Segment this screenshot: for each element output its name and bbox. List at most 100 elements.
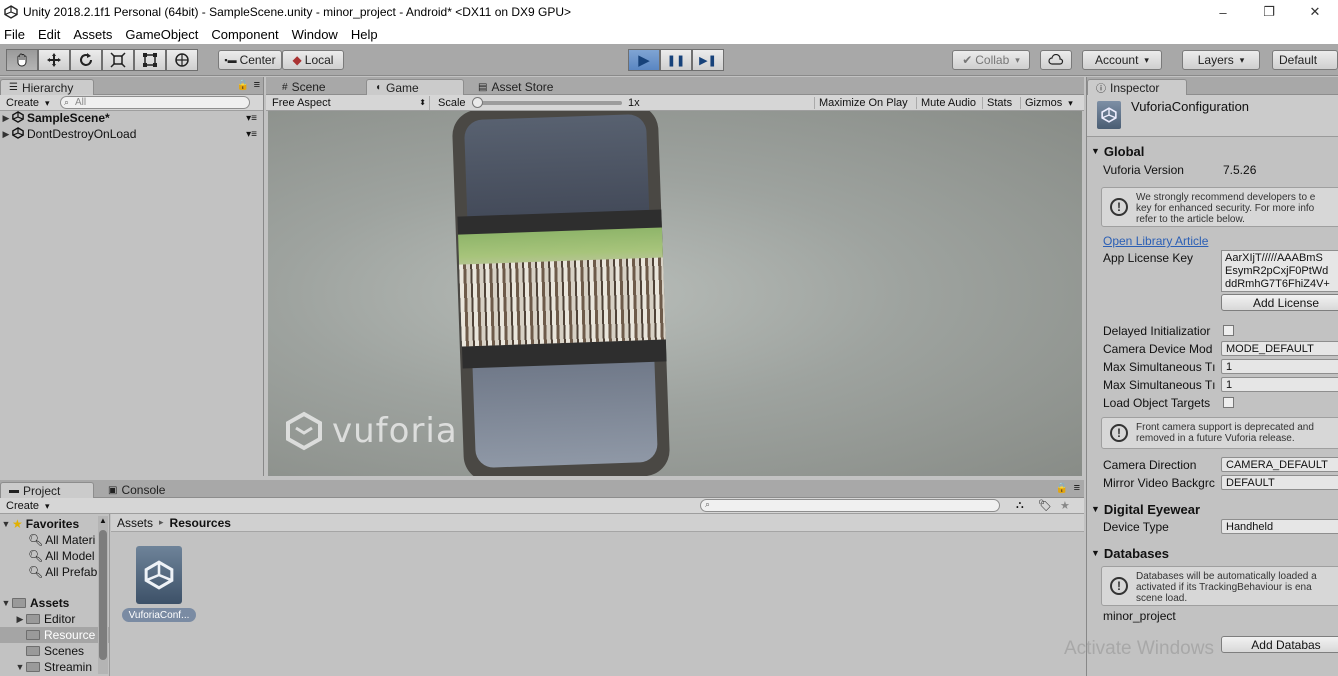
camera-direction-dropdown[interactable]: CAMERA_DEFAULT	[1221, 457, 1338, 472]
expand-caret-icon[interactable]: ▼	[0, 519, 12, 529]
scale-slider[interactable]	[472, 96, 622, 108]
mirror-video-dropdown[interactable]: DEFAULT	[1221, 475, 1338, 490]
cloud-button[interactable]	[1040, 50, 1072, 70]
move-tool-button[interactable]	[38, 49, 70, 71]
tab-game[interactable]: ◖ Game	[366, 79, 464, 95]
section-databases[interactable]: ▼ Databases	[1091, 545, 1169, 561]
star-icon[interactable]: ★	[1060, 499, 1070, 512]
max-object-targets-field[interactable]: 1	[1221, 377, 1338, 392]
favorites-header[interactable]: ▼ ★ Favorites	[0, 516, 109, 532]
expand-caret-icon[interactable]: ▼	[0, 598, 12, 608]
expand-caret-icon[interactable]: ▶	[0, 113, 12, 124]
camera-mode-dropdown[interactable]: MODE_DEFAULT	[1221, 341, 1338, 356]
minimize-button[interactable]: –	[1200, 0, 1246, 24]
project-search-input[interactable]: ⌕	[700, 499, 1000, 512]
menu-file[interactable]: File	[4, 27, 25, 42]
expand-caret-icon[interactable]: ▶	[0, 129, 12, 140]
tab-asset-store[interactable]: ▤ Asset Store	[470, 79, 561, 95]
item-menu-icon[interactable]: ▾≡	[246, 113, 257, 124]
menu-window[interactable]: Window	[292, 27, 338, 42]
section-global[interactable]: ▼ Global	[1091, 143, 1144, 159]
transform-icon	[175, 53, 189, 67]
lock-icon[interactable]: 🔒	[237, 80, 249, 91]
tree-scrollbar[interactable]: ▲	[98, 516, 108, 674]
folder-icon	[26, 614, 40, 624]
mute-audio-toggle[interactable]: Mute Audio	[916, 96, 980, 109]
lock-icon[interactable]: 🔒	[1056, 483, 1068, 494]
tree-scroll-thumb[interactable]	[99, 530, 107, 660]
hierarchy-item[interactable]: ▶ DontDestroyOnLoad ▾≡	[0, 126, 263, 142]
collapse-icon: ▼	[1091, 548, 1100, 558]
panel-menu-icon[interactable]: ≡	[254, 79, 260, 91]
expand-caret-icon[interactable]: ▼	[14, 662, 26, 672]
tab-project[interactable]: ▬ Project	[0, 482, 94, 498]
layout-dropdown[interactable]: Default	[1272, 50, 1338, 70]
gizmos-dropdown[interactable]: Gizmos	[1020, 96, 1077, 109]
label-icon[interactable]: 🏷	[1038, 499, 1052, 512]
account-dropdown[interactable]: Account	[1082, 50, 1162, 70]
version-label: Vuforia Version	[1103, 163, 1184, 177]
tab-console[interactable]: ▣ Console	[100, 482, 173, 498]
open-library-article-link[interactable]: Open Library Article	[1103, 233, 1208, 249]
filter-type-icon[interactable]: ⛬	[1016, 499, 1024, 512]
search-icon: 🔍︎	[28, 549, 44, 563]
folder-item[interactable]: Scenes	[0, 643, 109, 659]
folder-item[interactable]: ▼ Streamin	[0, 659, 109, 675]
maximize-button[interactable]: ❐	[1246, 0, 1292, 24]
menu-edit[interactable]: Edit	[38, 27, 60, 42]
favorite-item[interactable]: 🔍︎ All Materi	[0, 532, 109, 548]
layers-dropdown[interactable]: Layers	[1182, 50, 1260, 70]
hand-tool-button[interactable]	[6, 49, 38, 71]
aspect-dropdown[interactable]: Free Aspect ⬍	[272, 95, 430, 110]
pause-button[interactable]: ❚❚	[660, 49, 692, 71]
tab-scene[interactable]: # Scene	[274, 79, 334, 95]
account-label: Account	[1095, 53, 1139, 67]
project-create-button[interactable]: Create	[6, 500, 50, 512]
add-license-button[interactable]: Add License	[1221, 294, 1338, 311]
menu-component[interactable]: Component	[211, 27, 278, 42]
play-button[interactable]: ▶	[628, 49, 660, 71]
panel-menu-icon[interactable]: ≡	[1074, 482, 1080, 494]
menu-assets[interactable]: Assets	[73, 27, 112, 42]
rect-tool-button[interactable]	[134, 49, 166, 71]
hierarchy-item[interactable]: ▶ SampleScene* ▾≡	[0, 110, 263, 126]
scale-tool-button[interactable]	[102, 49, 134, 71]
folder-item[interactable]: ▶ Editor	[0, 611, 109, 627]
add-database-button[interactable]: Add Databas	[1221, 636, 1338, 653]
asset-item[interactable]: VuforiaConf...	[122, 544, 196, 624]
step-button[interactable]: ▶❚	[692, 49, 724, 71]
device-type-dropdown[interactable]: Handheld	[1221, 519, 1338, 534]
scroll-up-icon[interactable]: ▲	[99, 516, 107, 525]
transform-tool-button[interactable]	[166, 49, 198, 71]
hierarchy-create-button[interactable]: Create	[6, 97, 50, 109]
favorite-item[interactable]: 🔍︎ All Prefab	[0, 564, 109, 580]
menu-help[interactable]: Help	[351, 27, 378, 42]
delayed-init-checkbox[interactable]	[1223, 325, 1234, 336]
maximize-on-play-toggle[interactable]: Maximize On Play	[814, 96, 912, 109]
stats-toggle[interactable]: Stats	[982, 96, 1016, 109]
load-object-targets-checkbox[interactable]	[1223, 397, 1234, 408]
rotate-tool-button[interactable]	[70, 49, 102, 71]
folder-item-selected[interactable]: Resource	[0, 627, 109, 643]
inspector-object-name: VuforiaConfiguration	[1131, 99, 1250, 114]
section-digital-eyewear[interactable]: ▼ Digital Eyewear	[1091, 501, 1200, 517]
game-viewport[interactable]: vuforia	[268, 111, 1082, 476]
favorite-item[interactable]: 🔍︎ All Model	[0, 548, 109, 564]
tab-hierarchy[interactable]: ☰ Hierarchy	[0, 79, 94, 95]
breadcrumb-resources[interactable]: Resources	[170, 516, 231, 530]
scale-slider-thumb[interactable]	[472, 96, 483, 108]
item-menu-icon[interactable]: ▾≡	[246, 129, 257, 140]
breadcrumb-assets[interactable]: Assets	[117, 516, 153, 530]
hierarchy-search-input[interactable]: ⌕ All	[60, 96, 250, 109]
collab-dropdown[interactable]: ✔ Collab	[952, 50, 1030, 70]
menu-gameobject[interactable]: GameObject	[125, 27, 198, 42]
tab-inspector[interactable]: ⓘ Inspector	[1087, 79, 1187, 95]
assets-header[interactable]: ▼ Assets	[0, 595, 109, 611]
max-image-targets-field[interactable]: 1	[1221, 359, 1338, 374]
pivot-local-toggle[interactable]: ◆ Local	[282, 50, 344, 70]
license-key-textarea[interactable]: AarXIjT/////AAABmS EsymR2pCxjF0PtWd ddRm…	[1221, 250, 1338, 292]
hand-icon	[17, 53, 27, 67]
pivot-center-toggle[interactable]: ▪▬ Center	[218, 50, 282, 70]
close-button[interactable]: ✕	[1292, 0, 1338, 24]
expand-caret-icon[interactable]: ▶	[14, 614, 26, 625]
